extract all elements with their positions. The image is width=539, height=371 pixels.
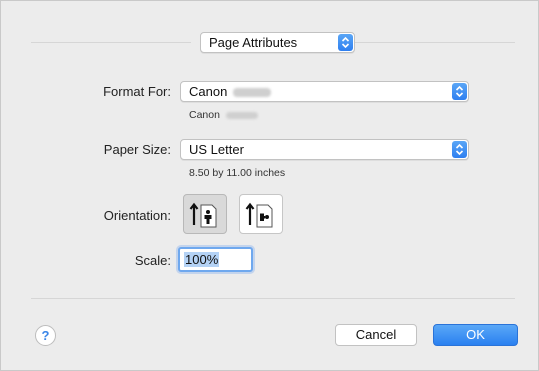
settings-popup-value: Page Attributes (209, 35, 298, 50)
bottom-separator (31, 298, 515, 299)
ok-button[interactable]: OK (433, 324, 518, 346)
format-for-popup[interactable]: Canon (180, 81, 469, 102)
format-for-label: Format For: (103, 84, 171, 99)
settings-popup[interactable]: Page Attributes (200, 32, 355, 53)
paper-size-popup[interactable]: US Letter (180, 139, 469, 160)
portrait-orientation-button[interactable] (183, 194, 227, 234)
portrait-orientation-icon (189, 202, 217, 228)
scale-label: Scale: (134, 253, 171, 268)
format-for-value: Canon (189, 84, 228, 99)
landscape-orientation-icon (245, 202, 273, 228)
landscape-orientation-button[interactable] (239, 194, 283, 234)
top-separator-left (31, 42, 191, 43)
redacted-model (233, 88, 272, 98)
top-separator-right (355, 42, 515, 43)
paper-size-dimensions: 8.50 by 11.00 inches (189, 167, 286, 179)
orientation-label: Orientation: (103, 208, 171, 223)
help-button[interactable]: ? (35, 325, 56, 346)
redacted-model (225, 111, 258, 119)
paper-size-value: US Letter (189, 142, 244, 157)
scale-input[interactable]: 100% (178, 247, 253, 272)
paper-size-label: Paper Size: (103, 142, 171, 157)
chevron-updown-icon (452, 83, 467, 100)
format-for-subtext: Canon (189, 109, 220, 121)
cancel-button[interactable]: Cancel (335, 324, 417, 346)
chevron-updown-icon (452, 141, 467, 158)
scale-value: 100% (184, 252, 220, 267)
chevron-updown-icon (338, 34, 353, 51)
page-setup-dialog: Page Attributes Format For: Canon Canon … (0, 0, 539, 371)
